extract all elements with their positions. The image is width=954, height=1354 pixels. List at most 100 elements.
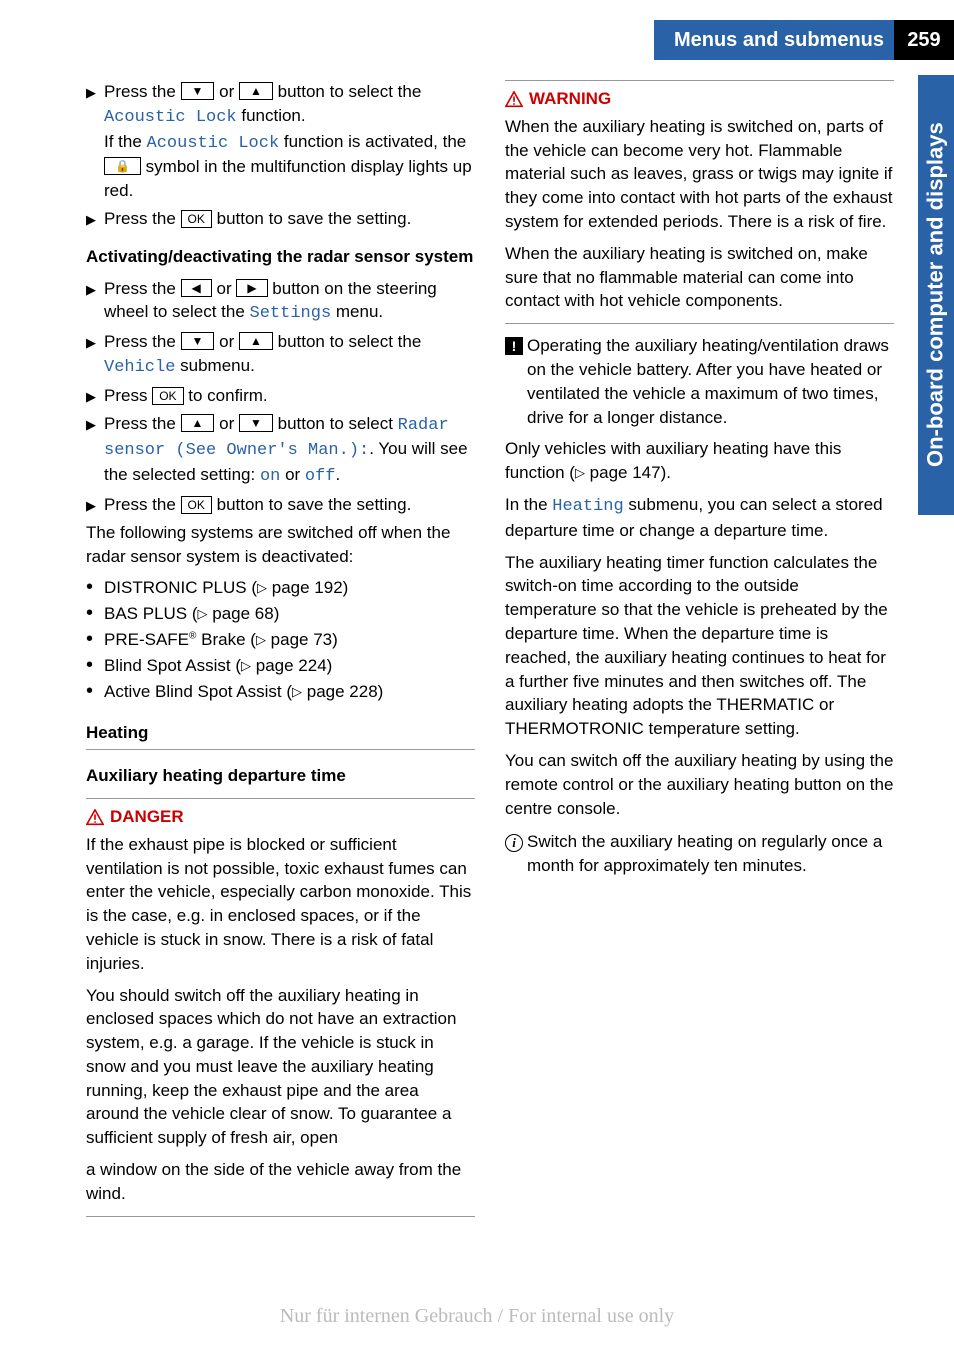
step-marker-icon: ▶: [86, 412, 104, 489]
danger-para-1: If the exhaust pipe is blocked or suffic…: [86, 833, 475, 976]
up-button-icon: ▲: [239, 82, 273, 100]
text: button to save the setting.: [212, 495, 411, 514]
mono-off: off: [305, 467, 336, 486]
text: button to save the setting.: [212, 209, 411, 228]
page-ref-icon: ▷: [575, 464, 585, 482]
warning-triangle-icon: [505, 91, 523, 107]
step-text: Press the ▲ or ▼ button to select Radar …: [104, 412, 475, 489]
mono-acoustic-lock: Acoustic Lock: [104, 108, 237, 127]
step-text: Press the ◀ or ▶ button on the steering …: [104, 277, 475, 327]
page-ref-icon: ▷: [257, 579, 267, 597]
step-save-setting: ▶ Press the OK button to save the settin…: [86, 207, 475, 231]
step-acoustic-select: ▶ Press the ▼ or ▲ button to select the …: [86, 80, 475, 203]
text: BAS PLUS (: [104, 604, 198, 623]
text: menu.: [331, 302, 383, 321]
text: PRE-SAFE: [104, 630, 189, 649]
list-item: • PRE-SAFE® Brake (▷ page 73): [86, 628, 475, 652]
step-marker-icon: ▶: [86, 330, 104, 380]
bullet-icon: •: [86, 654, 104, 678]
list-item: • Active Blind Spot Assist (▷ page 228): [86, 680, 475, 704]
down-button-icon: ▼: [181, 82, 215, 100]
mono-acoustic-lock: Acoustic Lock: [147, 134, 280, 153]
text: or: [212, 279, 237, 298]
up-button-icon: ▲: [181, 414, 215, 432]
text: function.: [237, 106, 306, 125]
list-item: • Blind Spot Assist (▷ page 224): [86, 654, 475, 678]
ok-button-icon: OK: [181, 210, 212, 228]
bullet-text: Blind Spot Assist (▷ page 224): [104, 654, 475, 678]
text: to confirm.: [184, 386, 268, 405]
text: button to select: [273, 414, 398, 433]
watermark: Nur für internen Gebrauch / For internal…: [0, 1302, 954, 1330]
danger-text: DANGER: [110, 807, 184, 826]
bullet-text: BAS PLUS (▷ page 68): [104, 602, 475, 626]
text: Press the: [104, 332, 181, 351]
list-item: • BAS PLUS (▷ page 68): [86, 602, 475, 626]
text: Press the: [104, 82, 181, 101]
bullet-icon: •: [86, 680, 104, 704]
ok-button-icon: OK: [152, 387, 183, 405]
para-switch-off: You can switch off the auxiliary heating…: [505, 749, 894, 820]
danger-label: DANGER: [86, 805, 475, 829]
text: or: [280, 465, 305, 484]
page-ref-icon: ▷: [198, 605, 208, 623]
step-marker-icon: ▶: [86, 80, 104, 203]
aux-heading: Auxiliary heating departure time: [86, 764, 475, 788]
para-only-vehicles: Only vehicles with auxiliary heating hav…: [505, 437, 894, 485]
warning-block: WARNING When the auxiliary heating is sw…: [505, 80, 894, 324]
text: button to select the: [273, 332, 421, 351]
info-notice: i Switch the auxiliary heating on regula…: [505, 830, 894, 878]
bullet-icon: •: [86, 602, 104, 626]
divider: [505, 80, 894, 81]
mono-heating: Heating: [552, 497, 623, 516]
text: or: [214, 414, 239, 433]
text: button to select the: [273, 82, 421, 101]
text: Only vehicles with auxiliary heating hav…: [505, 439, 841, 482]
text: symbol in the multifunction display ligh…: [104, 157, 472, 200]
exclamation-icon: !: [505, 337, 523, 355]
list-item: • DISTRONIC PLUS (▷ page 192): [86, 576, 475, 600]
page-ref-icon: ▷: [292, 683, 302, 701]
ok-button-icon: OK: [181, 496, 212, 514]
left-button-icon: ◀: [181, 279, 212, 297]
text: Press the: [104, 209, 181, 228]
text: DISTRONIC PLUS (: [104, 578, 257, 597]
bullet-icon: •: [86, 628, 104, 652]
notice-text: Operating the auxiliary heating/ventilat…: [527, 334, 894, 429]
notice-text: Switch the auxiliary heating on regularl…: [527, 830, 894, 878]
lock-icon: 🔒: [104, 157, 141, 175]
text: function is activated, the: [279, 132, 466, 151]
notice-icon: !: [505, 334, 527, 429]
important-notice: ! Operating the auxiliary heating/ventil…: [505, 334, 894, 429]
step-marker-icon: ▶: [86, 384, 104, 408]
down-button-icon: ▼: [239, 414, 273, 432]
page-ref-icon: ▷: [256, 631, 266, 649]
step-text: Press OK to confirm.: [104, 384, 475, 408]
text: Press the: [104, 495, 181, 514]
warning-text: WARNING: [529, 89, 611, 108]
header-title: Menus and submenus: [674, 26, 894, 54]
text: Press the: [104, 414, 181, 433]
step-text: Press the ▼ or ▲ button to select the Ac…: [104, 80, 475, 203]
side-tab: On-board computer and displays: [918, 75, 954, 515]
bullet-text: DISTRONIC PLUS (▷ page 192): [104, 576, 475, 600]
text: Active Blind Spot Assist (: [104, 682, 292, 701]
text: .: [336, 465, 341, 484]
following-systems: The following systems are switched off w…: [86, 521, 475, 569]
text: Press the: [104, 279, 181, 298]
danger-continuation: a window on the side of the vehicle away…: [86, 1158, 475, 1206]
text: Blind Spot Assist (: [104, 656, 241, 675]
text: page 192): [267, 578, 348, 597]
text: page 147).: [585, 463, 671, 482]
radar-heading: Activating/deactivating the radar sensor…: [86, 245, 475, 269]
step-marker-icon: ▶: [86, 493, 104, 517]
text: or: [214, 82, 239, 101]
step-text: Press the OK button to save the setting.: [104, 207, 475, 231]
content-area: ▶ Press the ▼ or ▲ button to select the …: [86, 80, 894, 1284]
warning-triangle-icon: [86, 809, 104, 825]
step-vehicle-submenu: ▶ Press the ▼ or ▲ button to select the …: [86, 330, 475, 380]
text: submenu.: [175, 356, 254, 375]
text: page 228): [302, 682, 383, 701]
step-confirm: ▶ Press OK to confirm.: [86, 384, 475, 408]
notice-icon: i: [505, 830, 527, 878]
